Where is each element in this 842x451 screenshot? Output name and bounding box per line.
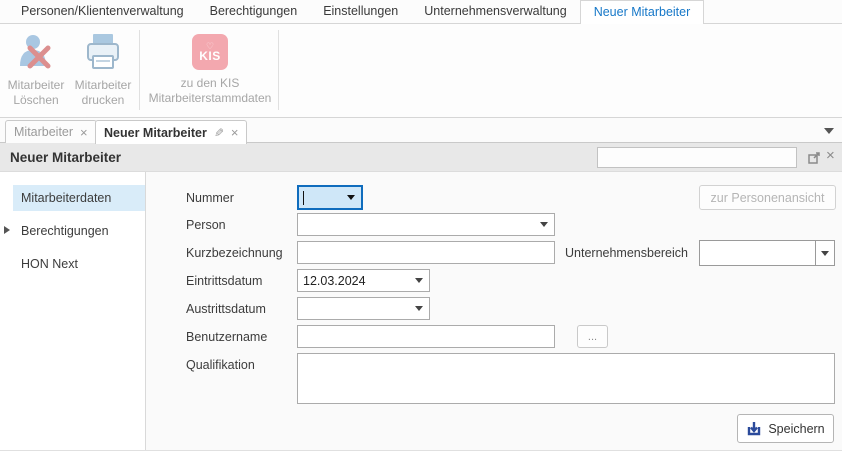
kis-logo-icon: ♡ KIS [192, 34, 228, 70]
sidebar-item-label: Berechtigungen [21, 224, 109, 238]
eintrittsdatum-datepicker[interactable]: 12.03.2024 [297, 269, 430, 292]
ribbon-tab-bar: Personen/Klientenverwaltung Berechtigung… [0, 0, 842, 24]
save-button-label: Speichern [768, 422, 824, 436]
page-title: Neuer Mitarbeiter [10, 150, 121, 165]
austrittsdatum-datepicker[interactable] [297, 297, 430, 320]
sidebar-item-label: Mitarbeiterdaten [21, 191, 111, 205]
zur-personenansicht-button[interactable]: zur Personenansicht [699, 185, 836, 210]
save-icon [746, 421, 762, 437]
ribbon-tab-neuer-mitarbeiter[interactable]: Neuer Mitarbeiter [580, 0, 705, 24]
chevron-down-icon[interactable] [415, 306, 423, 311]
chevron-down-icon [821, 251, 829, 256]
print-employee-button[interactable]: Mitarbeiter drucken [70, 28, 136, 112]
printer-icon [83, 32, 123, 72]
popout-icon[interactable] [808, 151, 821, 164]
content-area: Mitarbeiterdaten Berechtigungen HON Next… [0, 172, 842, 451]
sidebar-item-hon-next[interactable]: HON Next [13, 251, 145, 277]
benutzername-label: Benutzername [186, 330, 267, 344]
qualifikation-label: Qualifikation [186, 358, 255, 372]
ribbon-tab-einstellungen[interactable]: Einstellungen [310, 0, 411, 23]
toolbar-separator [139, 30, 140, 110]
document-tab-bar: Mitarbeiter × Neuer Mitarbeiter ✎ × [0, 118, 842, 143]
save-button[interactable]: Speichern [737, 414, 834, 443]
person-combobox[interactable] [297, 213, 555, 236]
qualifikation-textarea[interactable] [297, 353, 835, 404]
toolbar-separator [278, 30, 279, 110]
ribbon-tab-unternehmensverwaltung[interactable]: Unternehmensverwaltung [411, 0, 579, 23]
ribbon-tab-personen-klientenverwaltung[interactable]: Personen/Klientenverwaltung [8, 0, 197, 23]
chevron-down-icon[interactable] [347, 195, 355, 200]
panel-header: Neuer Mitarbeiter × [0, 143, 842, 172]
kurzbezeichnung-input[interactable] [297, 241, 555, 264]
chevron-down-icon[interactable] [415, 278, 423, 283]
sidebar-item-mitarbeiterdaten[interactable]: Mitarbeiterdaten [13, 185, 145, 211]
close-icon[interactable]: × [826, 148, 835, 163]
doc-tab-neuer-mitarbeiter[interactable]: Neuer Mitarbeiter ✎ × [95, 120, 247, 144]
eintrittsdatum-label: Eintrittsdatum [186, 274, 262, 288]
delete-employee-label: Mitarbeiter Löschen [8, 78, 65, 108]
print-employee-label: Mitarbeiter drucken [75, 78, 132, 108]
ribbon-tab-berechtigungen[interactable]: Berechtigungen [197, 0, 311, 23]
close-icon[interactable]: × [80, 126, 88, 139]
eintrittsdatum-value: 12.03.2024 [298, 274, 415, 288]
browse-button[interactable]: ... [577, 325, 608, 348]
expander-icon[interactable] [4, 226, 10, 234]
chevron-down-icon[interactable] [824, 128, 834, 134]
doc-tab-label: Neuer Mitarbeiter [104, 126, 207, 140]
sidebar-item-label: HON Next [21, 257, 78, 271]
austrittsdatum-label: Austrittsdatum [186, 302, 266, 316]
chevron-down-icon[interactable] [540, 222, 548, 227]
doc-tab-mitarbeiter[interactable]: Mitarbeiter × [5, 120, 97, 143]
dropdown-button[interactable] [815, 241, 834, 265]
unternehmensbereich-label: Unternehmensbereich [565, 246, 688, 260]
benutzername-input[interactable] [297, 325, 555, 348]
nummer-label: Nummer [186, 191, 234, 205]
application-window: Personen/Klientenverwaltung Berechtigung… [0, 0, 842, 451]
close-icon[interactable]: × [231, 126, 239, 139]
search-input[interactable] [597, 147, 797, 168]
delete-employee-button[interactable]: Mitarbeiter Löschen [4, 28, 68, 112]
sidebar-item-berechtigungen[interactable]: Berechtigungen [13, 218, 145, 244]
pencil-icon: ✎ [214, 126, 224, 140]
kis-stammdaten-button[interactable]: ♡ KIS zu den KIS Mitarbeiterstammdaten [143, 28, 277, 112]
doc-tab-label: Mitarbeiter [14, 125, 73, 139]
user-delete-icon [16, 32, 56, 72]
ribbon-toolbar: Mitarbeiter Löschen Mitarbeiter drucken … [0, 24, 842, 118]
nummer-combobox[interactable] [297, 185, 363, 210]
unternehmensbereich-combobox[interactable] [699, 240, 835, 266]
sidebar: Mitarbeiterdaten Berechtigungen HON Next [0, 172, 146, 451]
unternehmensbereich-value [700, 241, 815, 265]
text-cursor [303, 191, 304, 205]
kurzbezeichnung-label: Kurzbezeichnung [186, 246, 283, 260]
kis-stammdaten-label: zu den KIS Mitarbeiterstammdaten [149, 76, 272, 106]
person-label: Person [186, 218, 226, 232]
